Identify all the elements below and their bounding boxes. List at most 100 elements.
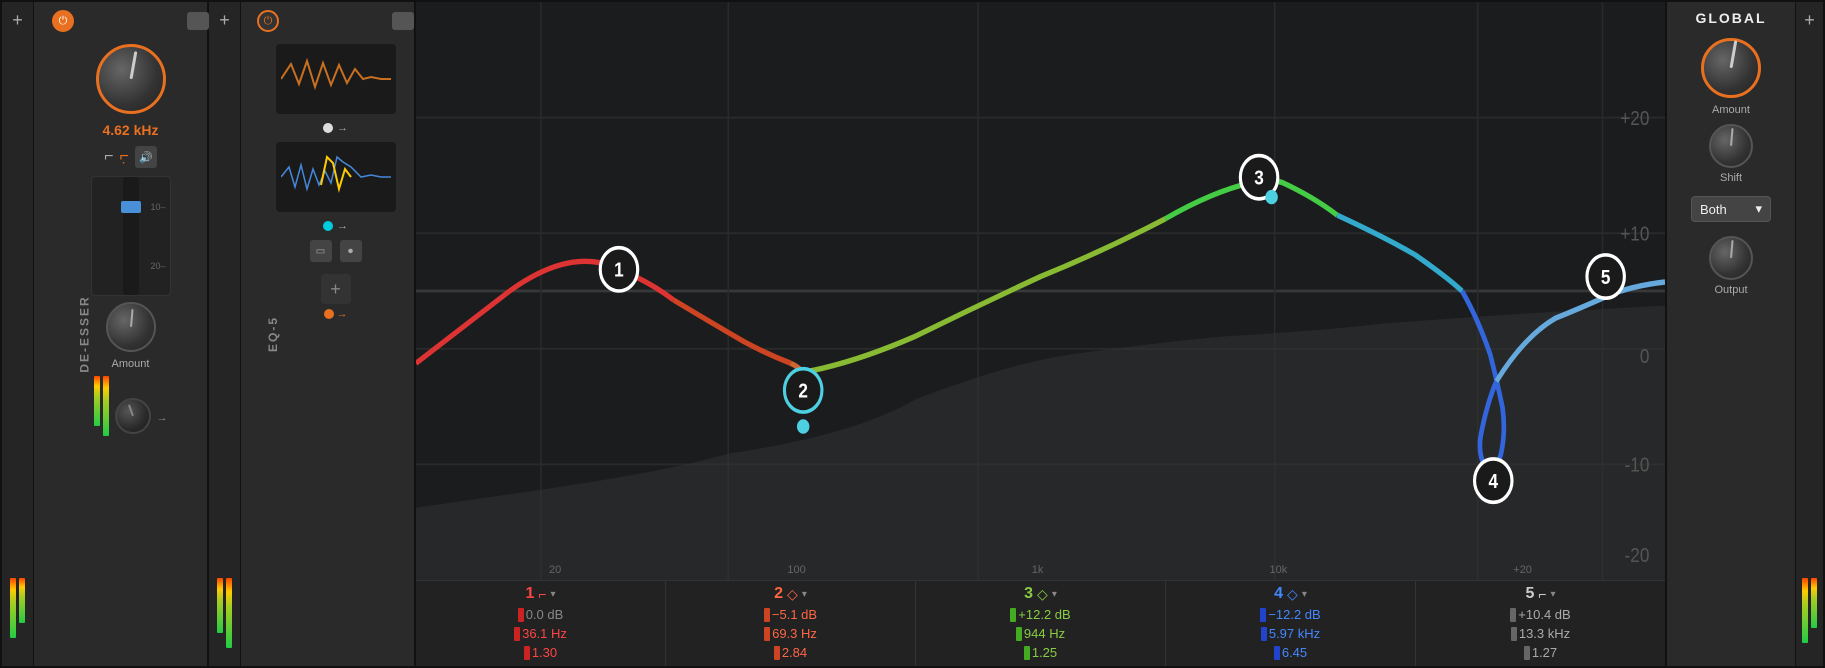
band-2-number: 2 (774, 585, 783, 603)
eq5-power-button[interactable]: ⏻ (257, 10, 279, 32)
eq-band-1: 1 ⌐ ▾ 0.0 dB 36.1 Hz 1.30 (416, 581, 666, 666)
global-output-knob[interactable] (1709, 236, 1753, 280)
svg-text:+10: +10 (1620, 222, 1649, 244)
band-4-gain-row: −12.2 dB (1172, 606, 1409, 623)
filter-shape-1[interactable]: ⌐ (104, 148, 113, 166)
band-2-q: 2.84 (782, 645, 807, 660)
band-1-q-row: 1.30 (422, 644, 659, 661)
eq5-waveform-top (276, 44, 396, 114)
middle-vu-meters (217, 578, 232, 658)
eq5-add-plugin-button[interactable]: + (321, 274, 351, 304)
band-3-q-row: 1.25 (922, 644, 1159, 661)
dot-cyan-bottom (323, 221, 333, 231)
eq-band-3: 3 ◇ ▾ +12.2 dB 944 Hz 1.25 (916, 581, 1166, 666)
de-esser-power-button[interactable]: ⏻ (52, 10, 74, 32)
band-1-gain: 0.0 dB (526, 607, 564, 622)
band-5-gain: +10.4 dB (1518, 607, 1570, 622)
arrow-label-top: → (337, 122, 348, 134)
middle-add-button[interactable]: + (215, 10, 235, 30)
global-title: GLOBAL (1695, 10, 1766, 26)
de-esser-vu-r (103, 376, 109, 436)
right-vu-r (1811, 578, 1817, 628)
band-1-freq-row: 36.1 Hz (422, 625, 659, 642)
de-esser-fader-handle[interactable] (121, 201, 141, 213)
right-vu-meters (1802, 578, 1817, 658)
eq-band-2: 2 ◇ ▾ −5.1 dB 69.3 Hz 2.84 (666, 581, 916, 666)
svg-text:0: 0 (1640, 345, 1650, 367)
left-vu-bar-l (10, 578, 16, 638)
main-container: + DE-ESSER ⏻ 4.62 kHz ⌐ ⌐̣ 🔊 (0, 0, 1825, 668)
global-both-dropdown[interactable]: Both ▾ (1691, 196, 1771, 222)
band-1-shape[interactable]: ⌐ (538, 586, 546, 602)
svg-text:+20: +20 (1620, 107, 1649, 129)
band-5-freq-row: 13.3 kHz (1422, 625, 1659, 642)
band-2-shape[interactable]: ◇ (787, 586, 798, 603)
both-dropdown-label: Both (1700, 202, 1727, 217)
eq5-inner: ⏻ → (257, 10, 414, 320)
eq5-arrow-right-bottom[interactable]: → (323, 220, 348, 232)
global-output-label: Output (1714, 284, 1747, 296)
filter-shape-2[interactable]: ⌐̣ (120, 148, 129, 166)
eq5-plugin-btn-1[interactable]: ▭ (310, 240, 332, 262)
left-strip: + (2, 2, 34, 666)
eq-display-container: 1 2 3 4 5 +20 +10 0 (416, 2, 1665, 666)
de-esser-speaker-button[interactable]: 🔊 (135, 146, 157, 168)
band-1-gain-row: 0.0 dB (422, 606, 659, 623)
band-4-shape[interactable]: ◇ (1287, 586, 1298, 603)
eq5-plugin-controls: ▭ ⏺ (308, 238, 364, 264)
eq5-header: ⏻ (257, 10, 414, 32)
band-5-dropdown[interactable]: ▾ (1551, 589, 1556, 600)
de-esser-fader-track (123, 177, 139, 295)
de-esser-amount-knob[interactable] (106, 302, 156, 352)
de-esser-folder-button[interactable] (187, 12, 209, 30)
band-4-gain: −12.2 dB (1268, 607, 1320, 622)
eq5-bottom-arrow[interactable]: → (324, 308, 348, 320)
band-3-freq-row: 944 Hz (922, 625, 1159, 642)
band-1-indicator (518, 608, 524, 622)
band-2-dropdown[interactable]: ▾ (802, 589, 807, 600)
de-esser-output-knob[interactable] (115, 398, 151, 434)
freq-label-20: 20 (549, 564, 561, 576)
band-4-number: 4 (1274, 585, 1283, 603)
eq5-folder-button[interactable] (392, 12, 414, 30)
svg-text:4: 4 (1488, 470, 1498, 492)
eq5-plugin-btn-2[interactable]: ⏺ (340, 240, 362, 262)
mid-vu-r (226, 578, 232, 648)
eq-graph[interactable]: 1 2 3 4 5 +20 +10 0 (416, 2, 1665, 580)
svg-text:5: 5 (1601, 266, 1611, 288)
eq5-arrow-right-top[interactable]: → (323, 122, 348, 134)
svg-text:-10: -10 (1625, 453, 1650, 475)
global-amount-knob[interactable] (1701, 38, 1761, 98)
band-5-q-row: 1.27 (1422, 644, 1659, 661)
band-3-shape[interactable]: ◇ (1037, 586, 1048, 603)
de-esser-vu-l (94, 376, 100, 426)
band-4-dropdown[interactable]: ▾ (1302, 589, 1307, 600)
band-3-freq: 944 Hz (1024, 626, 1065, 641)
band-5-shape[interactable]: ⌐ (1538, 586, 1546, 602)
global-shift-knob[interactable] (1709, 124, 1753, 168)
band-3-number: 3 (1024, 585, 1033, 603)
band-1-q-indicator (524, 646, 530, 660)
right-vu-l (1802, 578, 1808, 643)
band-2-gain-row: −5.1 dB (672, 606, 909, 623)
band-3-dropdown[interactable]: ▾ (1052, 589, 1057, 600)
band-2-freq: 69.3 Hz (772, 626, 817, 641)
waveform-svg-top (281, 49, 391, 109)
band-4-freq-row: 5.97 kHz (1172, 625, 1409, 642)
band-1-dropdown[interactable]: ▾ (551, 589, 556, 600)
band-4-q-indicator (1274, 646, 1280, 660)
band-4-freq: 5.97 kHz (1269, 626, 1320, 641)
band-1-freq: 36.1 Hz (522, 626, 567, 641)
band-5-freq-indicator (1511, 627, 1517, 641)
left-vu-bar-r (19, 578, 25, 623)
de-esser-freq-display: 4.62 kHz (102, 122, 158, 138)
de-esser-inner: ⏻ 4.62 kHz ⌐ ⌐̣ 🔊 10– 20– Amo (52, 10, 209, 456)
band-5-q: 1.27 (1532, 645, 1557, 660)
dot-orange (324, 309, 334, 319)
right-add-button[interactable]: + (1800, 10, 1820, 30)
de-esser-freq-knob[interactable] (96, 44, 166, 114)
left-add-button[interactable]: + (8, 10, 28, 30)
band-4-q-row: 6.45 (1172, 644, 1409, 661)
de-esser-output-arrow[interactable]: → (157, 412, 168, 424)
eq-grid-svg: 1 2 3 4 5 +20 +10 0 (416, 2, 1665, 580)
